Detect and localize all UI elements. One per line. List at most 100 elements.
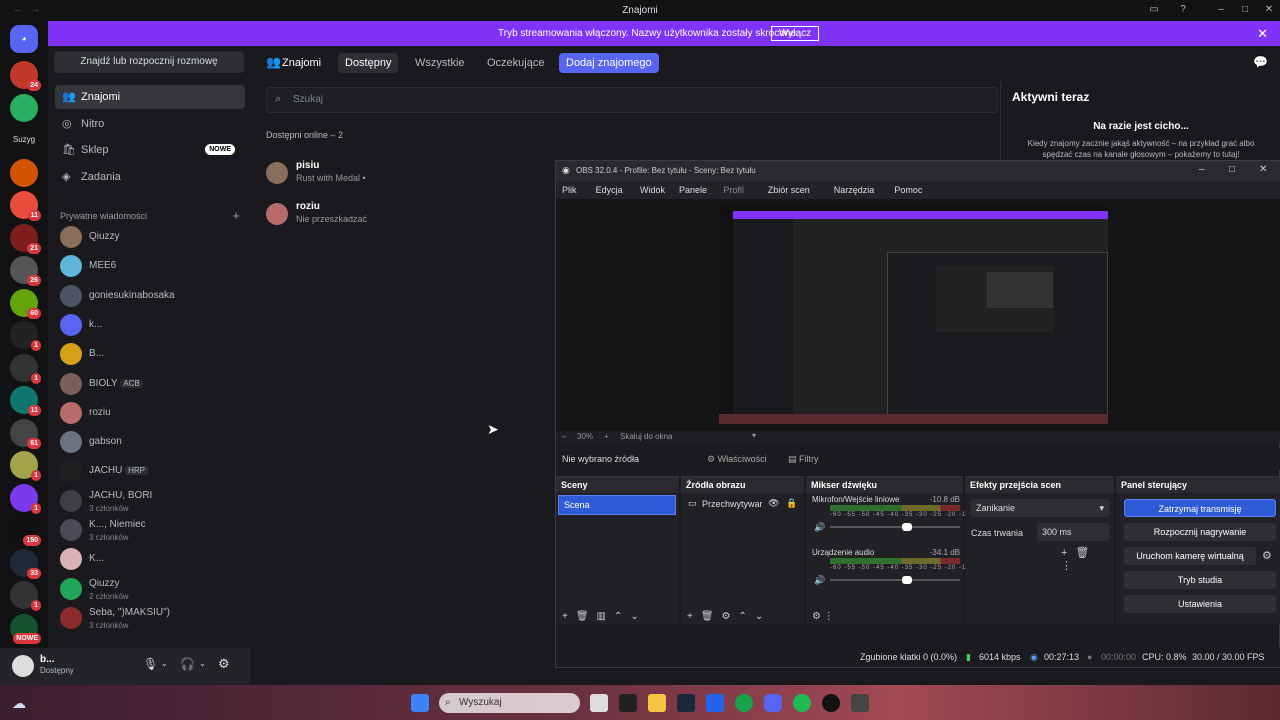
lock-icon[interactable]: 🔒 — [786, 498, 797, 509]
close-icon[interactable]: ✕ — [1262, 3, 1276, 17]
transition-controls[interactable]: +🗑⋮ — [1061, 546, 1114, 572]
zoom-fit-select[interactable]: Skaluj do okna — [620, 432, 672, 441]
zoom-dropdown-icon[interactable]: ▾ — [752, 431, 756, 440]
nav-item-nitro[interactable]: ◎ Nitro — [55, 112, 245, 136]
tab-pending[interactable]: Oczekujące — [480, 53, 551, 73]
server-icon[interactable]: 60 — [10, 288, 41, 319]
add-friend-button[interactable]: Dodaj znajomego — [559, 53, 659, 73]
start-icon[interactable] — [411, 694, 429, 712]
virtual-camera-settings-icon[interactable]: ⚙ — [1262, 549, 1272, 562]
discord-taskbar-icon[interactable] — [764, 694, 782, 712]
dm-item[interactable]: JACHU, BORI 3 członków — [55, 487, 245, 515]
dm-item[interactable]: BIOLY ACB — [55, 370, 245, 398]
inbox-icon[interactable]: ▭ — [1147, 3, 1161, 17]
dm-item[interactable]: MEE6 — [55, 252, 245, 280]
discord-home-icon[interactable]: ◕ — [10, 25, 38, 53]
friend-row[interactable]: roziu Nie przeszkadzać — [266, 199, 546, 235]
menu-item[interactable]: Plik — [562, 185, 577, 195]
server-icon[interactable]: 150 — [10, 516, 41, 546]
menu-item[interactable]: Widok — [640, 185, 665, 195]
chevron-down-icon[interactable]: ⌄ — [161, 659, 168, 668]
app-icon[interactable] — [619, 694, 637, 712]
volume-slider-handle[interactable] — [901, 576, 912, 584]
obs-minimize-icon[interactable]: – — [1199, 164, 1205, 175]
server-icon[interactable] — [10, 158, 38, 187]
server-icon[interactable]: 11 — [10, 386, 41, 416]
user-avatar[interactable] — [12, 655, 34, 677]
server-icon[interactable]: 11 — [10, 191, 41, 221]
dm-item[interactable]: Seba, ")MAKSIU") 3 członków — [55, 604, 245, 632]
source-item[interactable]: Przechwytywar — [702, 499, 762, 509]
friends-search-input[interactable]: Szukaj — [266, 87, 998, 113]
headphones-icon[interactable]: 🎧 — [180, 657, 195, 671]
control-button[interactable]: Uruchom kamerę wirtualną — [1124, 547, 1256, 565]
server-icon[interactable]: 21 — [10, 223, 41, 254]
scene-controls[interactable]: +🗑▥⌃⌄ — [562, 611, 647, 622]
server-icon[interactable]: 26 — [10, 256, 41, 286]
settings-gear-icon[interactable]: ⚙ — [218, 656, 230, 672]
properties-button[interactable]: ⚙ Właściwości — [707, 454, 767, 465]
source-controls[interactable]: +🗑⚙⌃⌄ — [687, 611, 771, 622]
server-icon[interactable]: Suzyg — [10, 126, 38, 154]
disable-streamer-mode-button[interactable]: Wyłącz — [771, 26, 820, 41]
dm-item[interactable]: roziu — [55, 399, 245, 427]
dm-item[interactable]: Qiuzzy — [55, 223, 245, 251]
taskbar-search[interactable]: ⌕ Wyszukaj — [439, 693, 580, 713]
server-icon[interactable]: NOWE — [10, 613, 41, 644]
task-view-icon[interactable] — [590, 694, 608, 712]
menu-item[interactable]: Profil — [723, 185, 744, 195]
control-button[interactable]: Ustawienia — [1124, 595, 1276, 613]
menu-item[interactable]: Narzędzia — [834, 185, 875, 195]
duration-input[interactable]: 300 ms — [1037, 523, 1109, 541]
server-icon[interactable]: 24 — [10, 61, 41, 91]
scene-item[interactable]: Scena — [558, 495, 676, 515]
tab-online[interactable]: Dostępny — [338, 53, 399, 73]
server-icon[interactable]: 1 — [10, 581, 41, 611]
server-icon[interactable]: 1 — [10, 321, 41, 351]
obs-preview[interactable]: – 30% + Skaluj do okna ▾ — [556, 199, 1280, 443]
app-icon[interactable] — [851, 694, 869, 712]
server-icon[interactable] — [10, 93, 38, 122]
server-icon[interactable]: 61 — [10, 418, 41, 449]
spotify-icon[interactable] — [793, 694, 811, 712]
weather-icon[interactable]: ☁ — [12, 695, 26, 712]
dm-item[interactable]: JACHU HRP — [55, 457, 245, 485]
help-icon[interactable]: ? — [1176, 3, 1190, 17]
obs-close-icon[interactable]: ✕ — [1259, 164, 1267, 175]
dm-item[interactable]: gabson — [55, 428, 245, 456]
menu-item[interactable]: Panele — [679, 185, 707, 195]
chevron-down-icon[interactable]: ⌄ — [199, 659, 206, 668]
banner-close-icon[interactable]: ✕ — [1257, 26, 1268, 42]
steam-icon[interactable] — [677, 694, 695, 712]
dm-item[interactable]: Qiuzzy 2 członków — [55, 575, 245, 603]
chrome-icon[interactable] — [735, 694, 753, 712]
dm-item[interactable]: goniesukinabosaka — [55, 282, 245, 310]
volume-slider-handle[interactable] — [901, 523, 912, 531]
microphone-icon[interactable]: 🎙 — [143, 657, 158, 671]
speaker-icon[interactable]: 🔊 — [814, 522, 825, 533]
control-button[interactable]: Tryb studia — [1124, 571, 1276, 589]
new-group-dm-icon[interactable]: 💬 — [1253, 55, 1268, 69]
zoom-in-icon[interactable]: + — [604, 432, 609, 441]
obs-maximize-icon[interactable]: □ — [1229, 164, 1235, 175]
menu-item[interactable]: Zbiór scen — [768, 185, 810, 195]
dm-item[interactable]: B... — [55, 340, 245, 368]
dm-item[interactable]: k... — [55, 311, 245, 339]
volume-slider[interactable] — [830, 579, 960, 581]
tab-all[interactable]: Wszystkie — [408, 53, 472, 73]
store-icon[interactable] — [706, 694, 724, 712]
control-button[interactable]: Rozpocznij nagrywanie — [1124, 523, 1276, 541]
zoom-out-icon[interactable]: – — [562, 432, 566, 441]
maximize-icon[interactable]: □ — [1238, 3, 1252, 17]
minimize-icon[interactable]: – — [1214, 3, 1228, 17]
server-icon[interactable]: 1 — [10, 483, 41, 514]
friend-row[interactable]: pisiu Rust with Medal • — [266, 158, 546, 194]
visibility-eye-icon[interactable]: 👁 — [768, 498, 779, 509]
dm-item[interactable]: K... — [55, 545, 245, 573]
dm-item[interactable]: K..., Niemiec 3 członków — [55, 516, 245, 544]
speaker-icon[interactable]: 🔊 — [814, 575, 825, 586]
obs-taskbar-icon[interactable] — [822, 694, 840, 712]
new-dm-plus-icon[interactable]: + — [232, 208, 240, 223]
nav-item-shop[interactable]: 🛍 Sklep NOWE — [55, 138, 245, 162]
menu-item[interactable]: Pomoc — [894, 185, 922, 195]
